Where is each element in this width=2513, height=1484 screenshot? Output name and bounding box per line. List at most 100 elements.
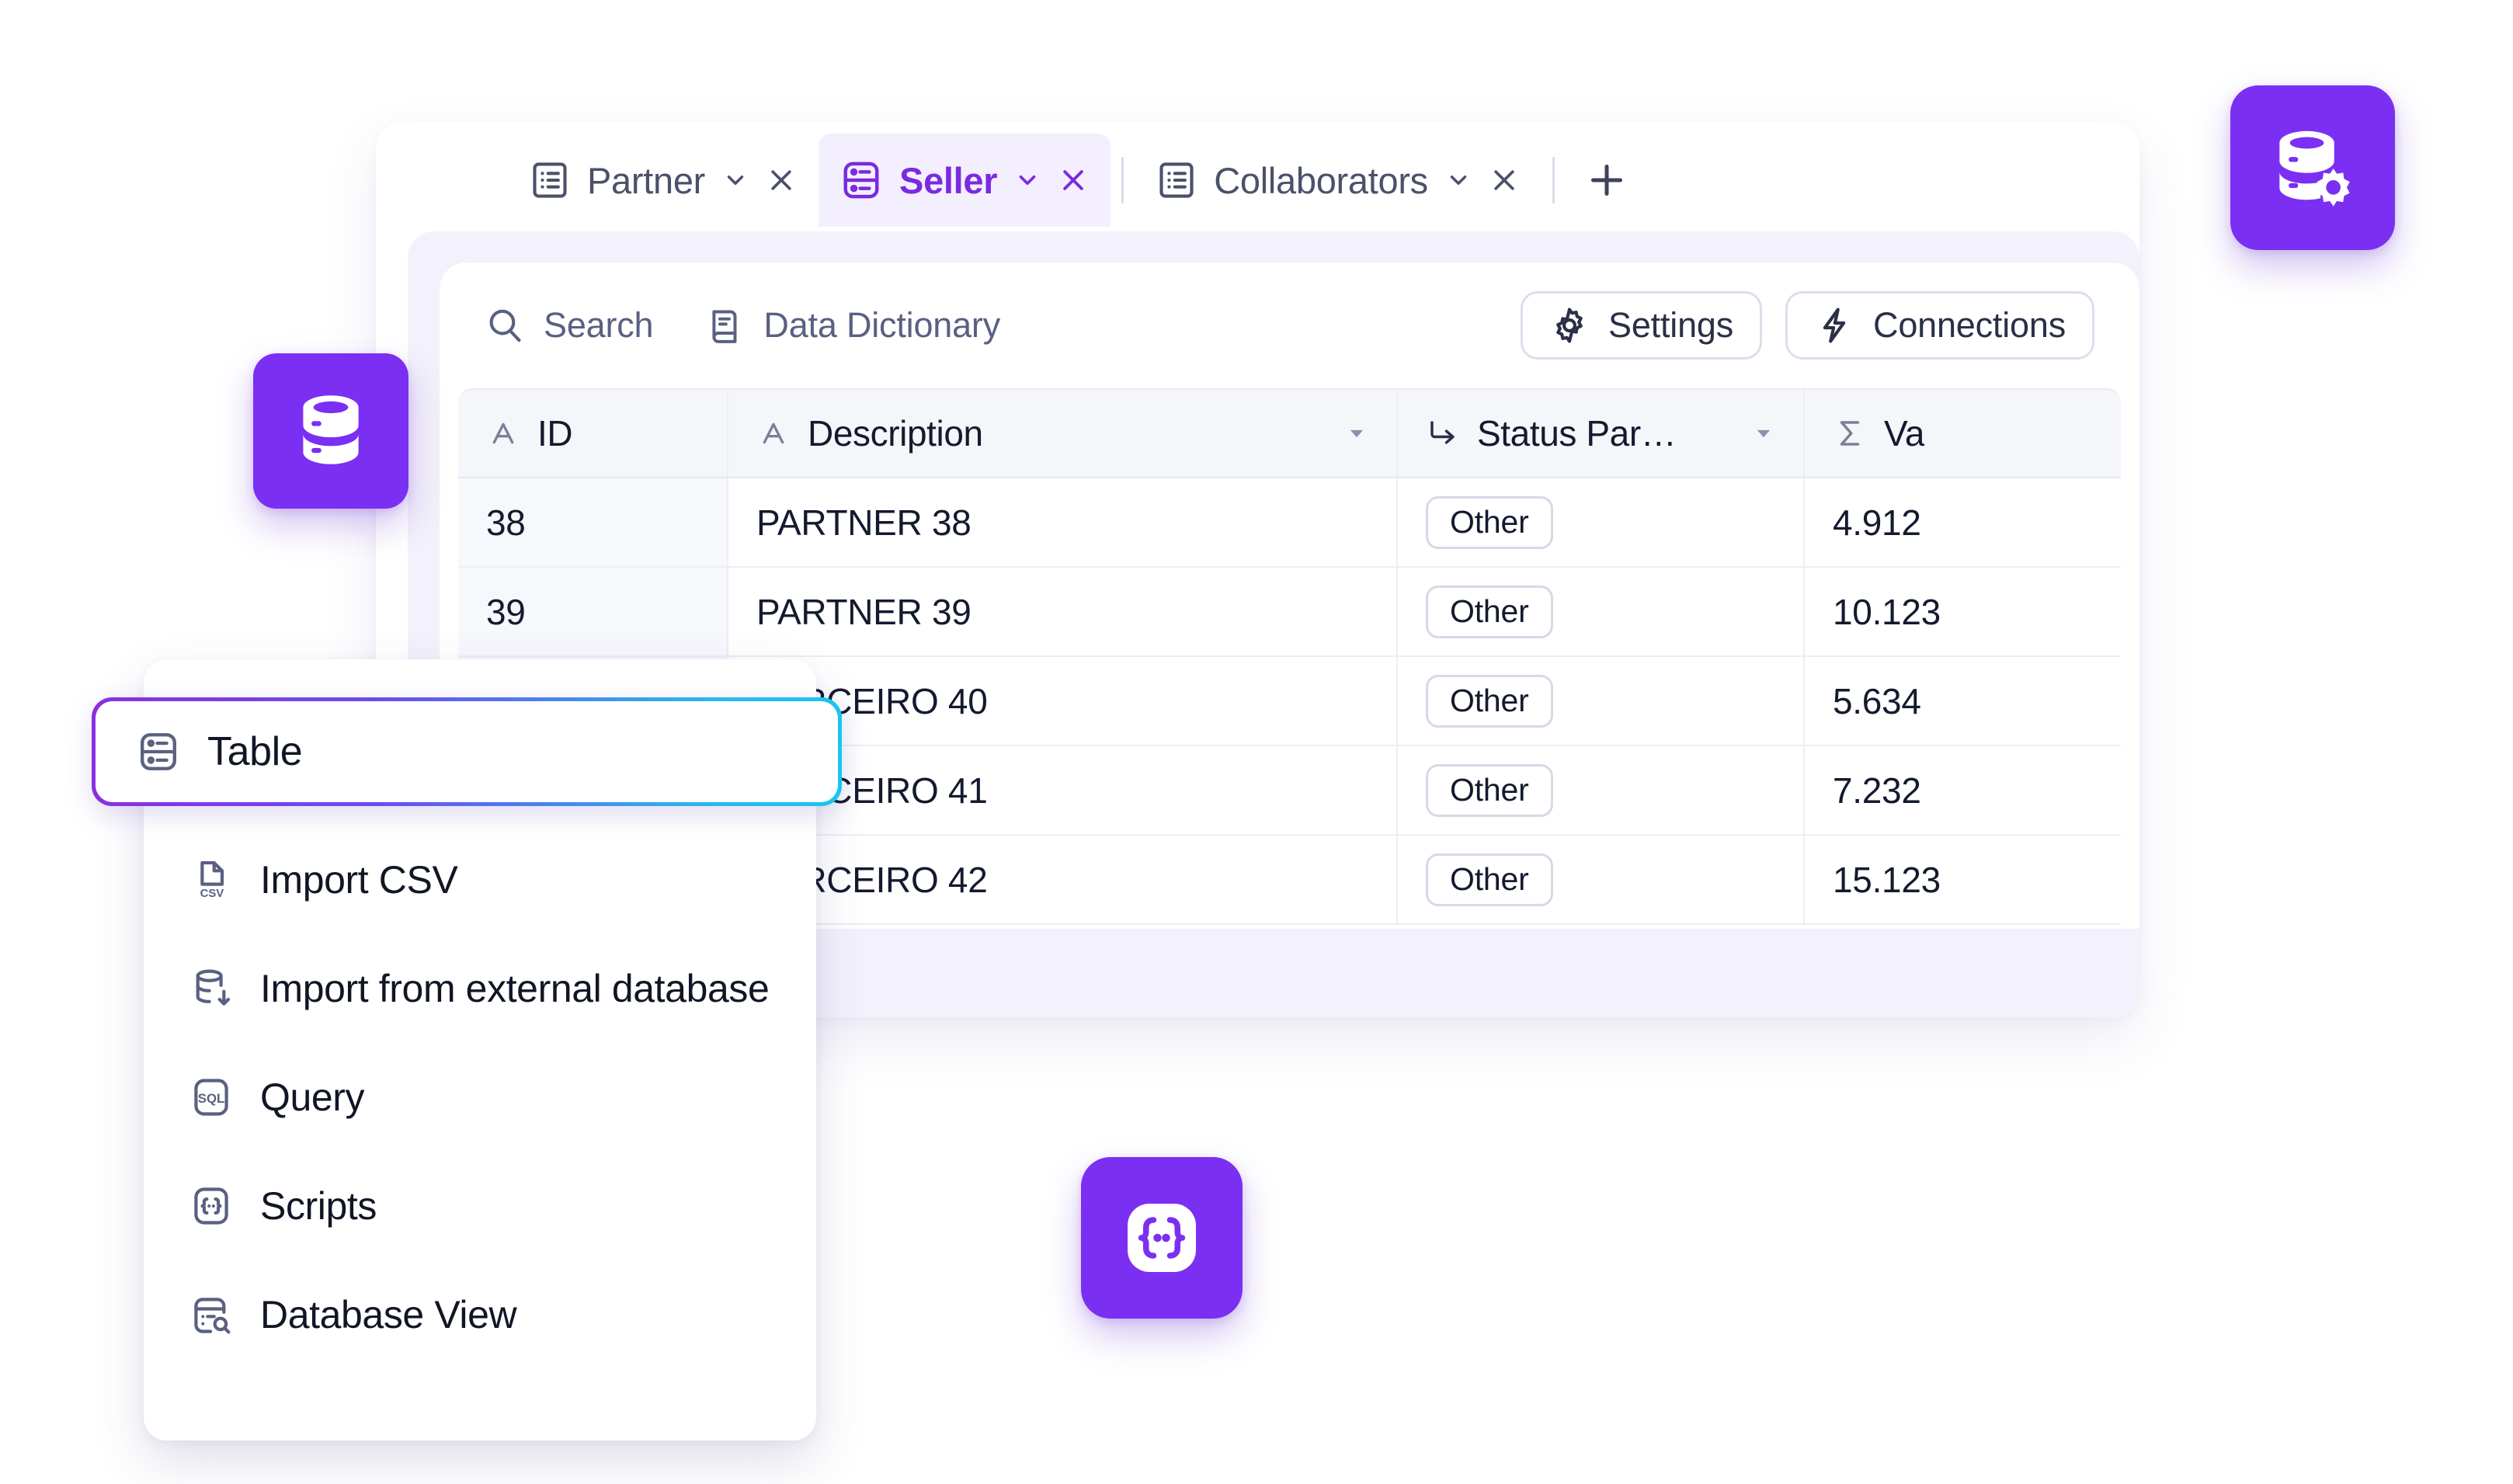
cell-value: 4.912 (1805, 478, 2139, 566)
csv-file-icon: CSV (189, 857, 234, 902)
cell-text: 7.232 (1833, 770, 1921, 811)
sql-icon: SQL (189, 1075, 234, 1120)
gear-icon (1549, 305, 1590, 346)
settings-button[interactable]: Settings (1521, 291, 1763, 360)
column-header-description[interactable]: Description (728, 390, 1398, 477)
cell-description: PARTNER 39 (728, 568, 1398, 655)
screenshot-stage: Partner Seller Collaborators Search Data… (0, 0, 2513, 1484)
braces-icon (189, 1183, 234, 1229)
lightning-icon (1814, 305, 1854, 346)
add-tab-button[interactable] (1580, 153, 1634, 207)
menu-item-label: Import from external database (260, 967, 770, 1010)
cell-status: Other (1398, 478, 1805, 566)
column-header-value[interactable]: Va (1805, 390, 2139, 477)
column-header-label: ID (537, 413, 573, 454)
menu-item-table-inner: Table (96, 701, 838, 802)
cell-text: 38 (486, 502, 526, 543)
database-icon (283, 384, 378, 478)
tab-label: Seller (899, 159, 998, 201)
menu-item-table[interactable]: Table (92, 697, 842, 806)
settings-label: Settings (1608, 305, 1734, 345)
server-rack-icon (840, 159, 882, 201)
tab-seller[interactable]: Seller (819, 134, 1111, 227)
column-header-id[interactable]: ID (458, 390, 728, 477)
database-search-icon (189, 1292, 234, 1337)
cell-status: Other (1398, 657, 1805, 745)
menu-item-label: Import CSV (260, 858, 458, 902)
search-button[interactable]: Search (485, 305, 654, 346)
text-type-icon (486, 416, 520, 450)
book-icon (706, 306, 745, 345)
cell-text: PARTNER 39 (756, 591, 971, 632)
database-badge[interactable] (253, 353, 408, 509)
cell-text: 10.123 (1833, 591, 1941, 632)
connections-label: Connections (1873, 305, 2066, 345)
close-icon[interactable] (1058, 165, 1089, 196)
menu-item-label: Query (260, 1076, 365, 1119)
menu-item-label: Scripts (260, 1184, 377, 1228)
scripts-badge[interactable] (1081, 1157, 1243, 1319)
chevron-down-icon[interactable] (1014, 167, 1041, 193)
connections-button[interactable]: Connections (1785, 291, 2094, 360)
panel-toolbar: Search Data Dictionary Settings Connecti… (440, 262, 2139, 388)
cell-text: 4.912 (1833, 502, 1921, 543)
chevron-down-icon[interactable] (1752, 422, 1775, 445)
column-header-status[interactable]: Status Par… (1398, 390, 1805, 477)
status-badge: Other (1426, 763, 1553, 817)
database-gear-icon (2263, 118, 2362, 217)
column-header-label: Status Par… (1477, 413, 1677, 454)
cell-status: Other (1398, 568, 1805, 655)
braces-icon (1115, 1191, 1208, 1284)
status-badge: Other (1426, 674, 1553, 728)
grid-header-row: ID Description Status Par… Va (458, 388, 2121, 478)
tab-divider (1121, 157, 1124, 203)
cell-text: 5.634 (1833, 680, 1921, 721)
relation-icon (1426, 416, 1460, 450)
text-type-icon (756, 416, 791, 450)
menu-item-label: Table (207, 729, 303, 774)
table-list-icon (530, 160, 570, 200)
menu-item-import-csv[interactable]: CSV Import CSV (144, 825, 816, 934)
menu-item-scripts[interactable]: Scripts (144, 1152, 816, 1260)
column-header-label: Va (1884, 413, 1925, 454)
table-row[interactable]: 38 PARTNER 38 Other 4.912 (458, 478, 2121, 568)
status-badge: Other (1426, 495, 1553, 549)
cell-value: 5.634 (1805, 657, 2139, 745)
cell-description: PARTNER 38 (728, 478, 1398, 566)
sum-icon (1833, 416, 1867, 450)
cell-text: 39 (486, 591, 526, 632)
chevron-down-icon[interactable] (722, 167, 749, 193)
search-icon (485, 305, 525, 346)
svg-text:SQL: SQL (198, 1091, 225, 1106)
cell-text: 15.123 (1833, 859, 1941, 900)
tab-partner[interactable]: Partner (508, 134, 819, 227)
table-row[interactable]: 39 PARTNER 39 Other 10.123 (458, 568, 2121, 657)
chevron-down-icon[interactable] (1445, 167, 1472, 193)
tab-label: Collaborators (1214, 159, 1428, 201)
status-badge: Other (1426, 585, 1553, 638)
cell-status: Other (1398, 836, 1805, 923)
menu-item-query[interactable]: SQL Query (144, 1043, 816, 1152)
menu-item-import-external-database[interactable]: Import from external database (144, 934, 816, 1043)
table-list-icon (1156, 160, 1197, 200)
database-settings-badge[interactable] (2230, 85, 2395, 250)
cell-status: Other (1398, 746, 1805, 834)
server-rack-icon (136, 729, 181, 774)
data-dictionary-label: Data Dictionary (763, 305, 1001, 345)
cell-description: PARCEIRO 42 (728, 836, 1398, 923)
menu-item-database-view[interactable]: Database View (144, 1260, 816, 1369)
close-icon[interactable] (1489, 165, 1520, 196)
tab-collaborators[interactable]: Collaborators (1135, 134, 1542, 227)
cell-text: PARTNER 38 (756, 502, 971, 543)
plus-icon (1583, 157, 1630, 203)
close-icon[interactable] (766, 165, 797, 196)
tab-label: Partner (587, 159, 706, 201)
chevron-down-icon[interactable] (1345, 422, 1368, 445)
column-header-label: Description (808, 413, 983, 454)
data-dictionary-button[interactable]: Data Dictionary (706, 305, 1000, 346)
search-label: Search (544, 305, 654, 345)
cell-id: 39 (458, 568, 728, 655)
tab-divider (1552, 157, 1555, 203)
database-import-icon (189, 966, 234, 1011)
cell-value: 15.123 (1805, 836, 2139, 923)
